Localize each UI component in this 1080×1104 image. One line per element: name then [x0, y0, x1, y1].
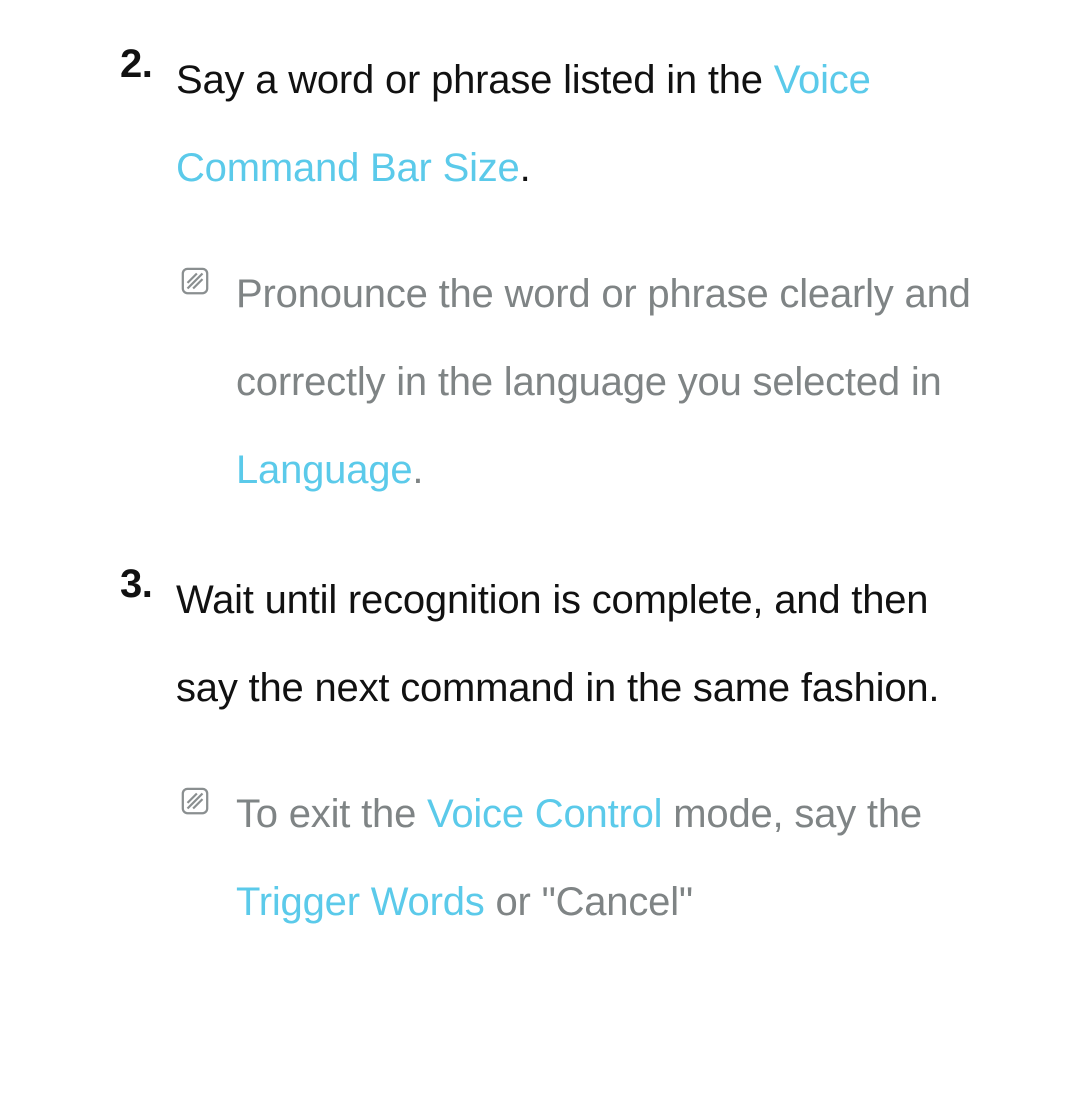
link-trigger-words[interactable]: Trigger Words [236, 880, 485, 924]
step-2-number: 2. [120, 36, 176, 92]
note-icon [180, 250, 236, 296]
step-2-body: Say a word or phrase listed in the Voice… [176, 36, 1000, 212]
link-language[interactable]: Language [236, 448, 412, 492]
manual-page: 2. Say a word or phrase listed in the Vo… [0, 0, 1080, 1104]
note-exit-seg1: To exit the [236, 792, 427, 836]
note-icon [180, 770, 236, 816]
note-pronounce-after: . [412, 448, 423, 492]
note-pronounce-body: Pronounce the word or phrase clearly and… [236, 250, 1000, 514]
note-exit-seg3: or "Cancel" [485, 880, 693, 924]
step-3-number: 3. [120, 556, 176, 612]
step-2-text-after: . [520, 146, 531, 190]
note-exit: To exit the Voice Control mode, say the … [120, 770, 1000, 946]
step-2: 2. Say a word or phrase listed in the Vo… [120, 36, 1000, 212]
step-2-text-before: Say a word or phrase listed in the [176, 58, 774, 102]
note-pronounce: Pronounce the word or phrase clearly and… [120, 250, 1000, 514]
step-3: 3. Wait until recognition is complete, a… [120, 556, 1000, 732]
link-voice-control[interactable]: Voice Control [427, 792, 662, 836]
step-3-text: Wait until recognition is complete, and … [176, 578, 939, 710]
note-exit-body: To exit the Voice Control mode, say the … [236, 770, 1000, 946]
note-exit-seg2: mode, say the [662, 792, 922, 836]
step-3-body: Wait until recognition is complete, and … [176, 556, 1000, 732]
note-pronounce-text: Pronounce the word or phrase clearly and… [236, 272, 971, 404]
